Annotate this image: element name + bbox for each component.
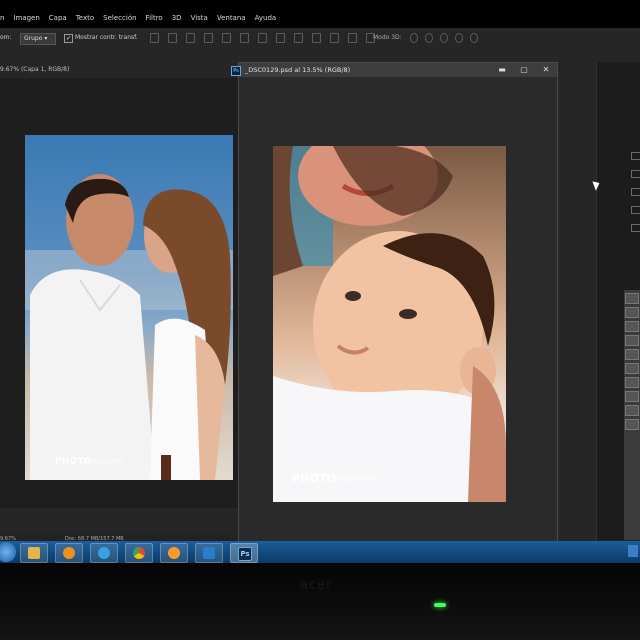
maximize-icon[interactable]: ▢ (517, 63, 531, 77)
minimize-icon[interactable]: ▬ (495, 63, 509, 77)
3d-drag-icon[interactable] (440, 33, 448, 43)
distribute-right-icon[interactable] (348, 33, 357, 43)
3d-scale-icon[interactable] (470, 33, 478, 43)
left-watermark: PHOTOeleven (55, 457, 123, 467)
document-title-bar[interactable]: Ps _DSC0129.psd al 13.5% (RGB/8) ▬ ▢ ✕ (231, 63, 557, 77)
panel-history-icon[interactable] (631, 152, 640, 160)
right-watermark: PHOTOeleven (292, 472, 375, 485)
distribute-left-icon[interactable] (312, 33, 321, 43)
document-title: _DSC0129.psd al 13.5% (RGB/8) (245, 66, 351, 74)
hand-icon (168, 547, 180, 559)
align-right-icon[interactable] (240, 33, 249, 43)
layer-thumb[interactable] (625, 293, 639, 304)
layer-thumb[interactable] (625, 405, 639, 416)
left-watermark-light: eleven (91, 457, 123, 467)
folder-icon (28, 547, 40, 559)
auto-select-label: om: (0, 34, 12, 41)
media-player-icon (63, 547, 75, 559)
panel-swatches-icon[interactable] (631, 188, 640, 196)
3d-rotate-icon[interactable] (410, 33, 418, 43)
show-transform-checkbox[interactable]: ✓ (64, 34, 73, 43)
options-bar: om: Grupo ▾ ✓ Mostrar contr. transf. Mod… (0, 31, 640, 45)
align-bottom-icon[interactable] (186, 33, 195, 43)
layer-thumb[interactable] (625, 307, 639, 318)
taskbar-internet-explorer[interactable] (90, 543, 118, 563)
3d-slide-icon[interactable] (455, 33, 463, 43)
power-led-icon (434, 603, 446, 607)
menu-item-ventana[interactable]: Ventana (217, 10, 246, 26)
right-watermark-bold: PHOTO (292, 472, 337, 485)
distribute-hcenter-icon[interactable] (330, 33, 339, 43)
chrome-icon (133, 547, 145, 559)
panel-adjust-icon[interactable] (631, 206, 640, 214)
panel-color-icon[interactable] (631, 170, 640, 178)
align-hcenter-icon[interactable] (222, 33, 231, 43)
mother-baby-photo: PHOTOeleven (273, 146, 506, 502)
internet-explorer-icon (98, 547, 110, 559)
panel-styles-icon[interactable] (631, 224, 640, 232)
menu-item-vista[interactable]: Vista (191, 10, 208, 26)
left-watermark-bold: PHOTO (55, 457, 92, 467)
distribute-top-icon[interactable] (258, 33, 267, 43)
window-controls: ▬ ▢ ✕ (495, 63, 553, 77)
taskbar-app-cloud[interactable] (195, 543, 223, 563)
menu-item-file[interactable]: n (0, 10, 4, 26)
align-tools (150, 33, 375, 43)
layer-thumb[interactable] (625, 335, 639, 346)
align-left-icon[interactable] (204, 33, 213, 43)
couple-photo-art (25, 174, 233, 480)
layer-thumb[interactable] (625, 363, 639, 374)
layer-thumb[interactable] (625, 419, 639, 430)
show-transform-label: Mostrar contr. transf. (75, 34, 138, 41)
menu-bar: n Imagen Capa Texto Selección Filtro 3D … (0, 10, 300, 26)
start-button-icon[interactable] (0, 542, 16, 562)
menu-item-texto[interactable]: Texto (76, 10, 94, 26)
menu-item-capa[interactable]: Capa (49, 10, 67, 26)
align-vcenter-icon[interactable] (168, 33, 177, 43)
layer-thumb[interactable] (625, 377, 639, 388)
layer-thumb[interactable] (625, 391, 639, 402)
layers-panel (624, 290, 640, 540)
close-icon[interactable]: ✕ (539, 63, 553, 77)
menu-item-filtro[interactable]: Filtro (146, 10, 163, 26)
3d-roll-icon[interactable] (425, 33, 433, 43)
menu-item-imagen[interactable]: Imagen (13, 10, 39, 26)
layer-thumb[interactable] (625, 349, 639, 360)
monitor-bezel (0, 563, 640, 640)
3d-tools (410, 33, 478, 43)
distribute-vcenter-icon[interactable] (276, 33, 285, 43)
couple-photo: PHOTOeleven (25, 135, 233, 480)
taskbar-photoshop[interactable]: Ps (230, 543, 258, 563)
distribute-bottom-icon[interactable] (294, 33, 303, 43)
align-top-icon[interactable] (150, 33, 159, 43)
right-watermark-light: eleven (336, 472, 375, 485)
taskbar: Ps (0, 541, 640, 563)
show-desktop-button[interactable] (628, 545, 638, 557)
photoshop-doc-icon: Ps (231, 66, 241, 76)
mother-baby-photo-art (273, 146, 506, 502)
menu-item-seleccion[interactable]: Selección (103, 10, 136, 26)
photoshop-icon: Ps (238, 547, 252, 561)
panel-icons (631, 142, 640, 232)
menu-item-3d[interactable]: 3D (172, 10, 182, 26)
cloud-icon (203, 547, 215, 559)
menu-item-ayuda[interactable]: Ayuda (255, 10, 277, 26)
taskbar-media-player[interactable] (55, 543, 83, 563)
taskbar-chrome[interactable] (125, 543, 153, 563)
taskbar-explorer[interactable] (20, 543, 48, 563)
layer-thumb[interactable] (625, 321, 639, 332)
auto-select-dropdown[interactable]: Grupo ▾ (20, 33, 56, 45)
left-document-tab[interactable]: 9.67% (Capa 1, RGB/8) (0, 66, 69, 73)
auto-select-value: Grupo (24, 35, 43, 42)
mode-3d-label: Modo 3D: (373, 34, 402, 41)
taskbar-app-hand[interactable] (160, 543, 188, 563)
monitor-brand-logo: acer (300, 578, 333, 593)
